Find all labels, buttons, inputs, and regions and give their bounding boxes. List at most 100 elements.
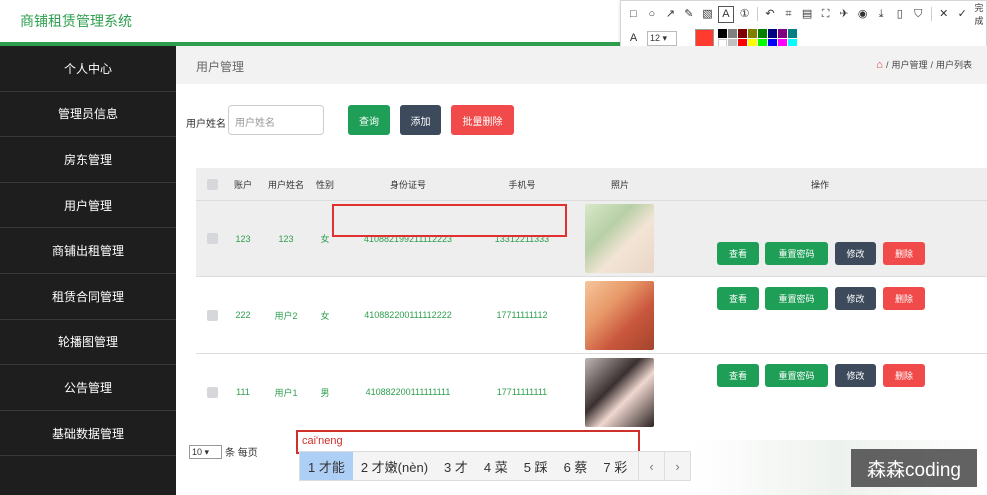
ime-candidate[interactable]: 1 才能 [300, 452, 353, 480]
breadcrumb-item-users[interactable]: 用户管理 [891, 58, 927, 71]
color-swatch[interactable] [788, 28, 797, 38]
header-id-number: 身份证号 [389, 179, 426, 190]
circle-icon[interactable]: ○ [644, 6, 661, 23]
check-icon[interactable]: ✓ [954, 6, 971, 23]
reset-password-button[interactable]: 重置密码 [765, 364, 828, 387]
toolbar-separator [756, 7, 758, 21]
cell-name: 用户1 [274, 387, 298, 398]
color-swatch[interactable] [768, 28, 777, 38]
done-label[interactable]: 完成 [975, 1, 987, 27]
chevron-right-icon[interactable]: › [664, 452, 690, 480]
cell-gender: 男 [320, 387, 330, 398]
annotation-rectangle [332, 204, 567, 237]
table-row: 123 123 女 410882199211112223 13312211333… [196, 200, 987, 276]
pagination: 10 ▾ 条 每页 [189, 444, 258, 459]
chevron-left-icon[interactable]: ‹ [638, 452, 664, 480]
mosaic-icon[interactable]: ▧ [699, 6, 716, 23]
sidebar-item-contracts[interactable]: 租赁合同管理 [0, 274, 176, 320]
row-checkbox[interactable] [206, 233, 218, 244]
ime-candidate[interactable]: 7 彩 [595, 452, 635, 480]
cell-account: 222 [235, 310, 251, 320]
ime-nav: ‹ › [638, 452, 690, 480]
table-header: 账户 用户姓名 性别 身份证号 手机号 照片 操作 [196, 168, 987, 200]
sidebar-item-carousel[interactable]: 轮播图管理 [0, 320, 176, 366]
delete-button[interactable]: 删除 [883, 364, 925, 387]
selected-color-swatch[interactable] [695, 28, 714, 48]
home-icon[interactable]: ⌂ [876, 59, 883, 71]
ime-candidate[interactable]: 2 才嫩(nèn) [353, 452, 436, 480]
page-size-select[interactable]: 10 ▾ [189, 444, 222, 459]
toolbar-separator [930, 7, 932, 21]
sidebar-item-users[interactable]: 用户管理 [0, 183, 176, 229]
cell-phone: 17711111112 [496, 310, 548, 320]
record-icon[interactable]: ◉ [854, 6, 871, 23]
user-photo [584, 204, 654, 273]
sidebar-item-notices[interactable]: 公告管理 [0, 365, 176, 411]
pin-icon[interactable]: ✈ [836, 6, 853, 23]
undo-icon[interactable]: ↶ [762, 6, 779, 23]
crop-icon[interactable]: ⌗ [780, 6, 797, 23]
search-label: 用户姓名 [186, 119, 226, 130]
query-button[interactable]: 查询 [348, 105, 390, 135]
user-photo [584, 280, 654, 350]
color-swatch[interactable] [728, 28, 737, 38]
sidebar-item-shop-rental[interactable]: 商铺出租管理 [0, 228, 176, 274]
close-icon[interactable]: ✕ [935, 6, 952, 23]
reset-password-button[interactable]: 重置密码 [765, 242, 828, 265]
ime-candidate[interactable]: 4 菜 [476, 452, 516, 480]
app-title: 商铺租赁管理系统 [20, 13, 132, 29]
serial-icon[interactable]: ① [736, 6, 753, 23]
text-icon[interactable]: A [717, 5, 735, 23]
sidebar-item-base-data[interactable]: 基础数据管理 [0, 411, 176, 457]
row-checkbox[interactable] [206, 386, 218, 398]
cell-phone: 17711111111 [496, 387, 548, 397]
header-photo: 照片 [610, 179, 629, 190]
arrow-icon[interactable]: ↗ [662, 6, 679, 23]
header-actions: 操作 [810, 179, 829, 190]
save-icon[interactable]: ⛉ [910, 6, 927, 23]
color-swatch[interactable] [718, 28, 727, 38]
color-swatch[interactable] [758, 28, 767, 38]
pencil-icon[interactable]: ✎ [681, 6, 698, 23]
edit-button[interactable]: 修改 [835, 242, 876, 265]
color-swatch[interactable] [748, 28, 757, 38]
breadcrumb-sep: / [885, 59, 889, 70]
sidebar-item-landlord[interactable]: 房东管理 [0, 137, 176, 183]
scan-icon[interactable]: ⛶ [817, 6, 834, 23]
table-row: 222 用户2 女 410882200111112222 17711111112… [196, 276, 987, 353]
font-size-select[interactable]: 12 ▾ [647, 30, 677, 46]
header-phone: 手机号 [508, 179, 536, 190]
download-icon[interactable]: ⤓ [873, 6, 890, 23]
view-button[interactable]: 查看 [717, 287, 759, 310]
cell-account: 123 [235, 233, 251, 244]
color-swatch[interactable] [778, 28, 787, 38]
edit-button[interactable]: 修改 [835, 364, 876, 387]
font-size-icon: A [629, 31, 638, 44]
copy-icon[interactable]: ▯ [891, 6, 908, 23]
sidebar-item-profile[interactable]: 个人中心 [0, 46, 176, 92]
sidebar-item-admin[interactable]: 管理员信息 [0, 92, 176, 138]
search-input[interactable]: 用户姓名 [228, 105, 324, 135]
row-checkbox[interactable] [206, 309, 218, 321]
select-all-checkbox[interactable] [206, 178, 218, 190]
color-swatch[interactable] [738, 28, 747, 38]
ocr-icon[interactable]: ▤ [799, 6, 816, 23]
edit-button[interactable]: 修改 [835, 287, 876, 310]
header-gender: 性别 [315, 179, 334, 190]
view-button[interactable]: 查看 [717, 364, 759, 387]
delete-button[interactable]: 删除 [883, 287, 925, 310]
ime-candidate[interactable]: 5 踩 [516, 452, 556, 480]
ime-candidate[interactable]: 6 蔡 [556, 452, 596, 480]
batch-delete-button[interactable]: 批量删除 [451, 105, 514, 135]
cell-account: 111 [236, 387, 250, 397]
reset-password-button[interactable]: 重置密码 [765, 287, 828, 310]
ime-candidate[interactable]: 3 才 [436, 452, 476, 480]
delete-button[interactable]: 删除 [883, 242, 925, 265]
breadcrumb-bar: 用户管理 ⌂ / 用户管理 / 用户列表 [176, 46, 987, 84]
cell-id-number: 410882200111111111 [365, 387, 451, 397]
breadcrumb-sep: / [930, 59, 933, 70]
table-row: 111 用户1 男 410882200111111111 17711111111… [196, 353, 987, 430]
rect-icon[interactable]: □ [625, 6, 642, 23]
view-button[interactable]: 查看 [717, 242, 759, 265]
add-button[interactable]: 添加 [400, 105, 441, 135]
